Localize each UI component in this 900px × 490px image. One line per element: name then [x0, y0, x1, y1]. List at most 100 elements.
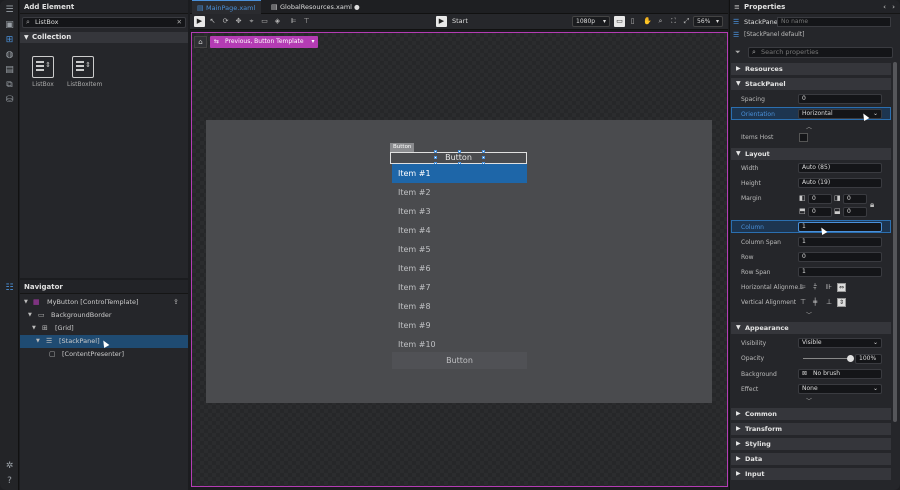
height-input[interactable]: Auto (19)	[798, 178, 882, 188]
resize-handle[interactable]	[434, 150, 437, 153]
section-data[interactable]: ▶ Data	[731, 453, 891, 465]
media-icon[interactable]: ▤	[4, 64, 15, 75]
bottom-button[interactable]: Button	[392, 352, 527, 369]
files-icon[interactable]: ⧉	[4, 79, 15, 90]
expand-icon[interactable]: ▼	[28, 309, 32, 322]
section-input[interactable]: ▶ Input	[731, 468, 891, 480]
fullscreen-icon[interactable]: ⤢	[681, 16, 692, 27]
list-item[interactable]: Item #9	[392, 316, 527, 335]
section-styling[interactable]: ▶ Styling	[731, 438, 891, 450]
direct-select-icon[interactable]: ↖	[207, 16, 218, 27]
expand-icon[interactable]: ▼	[36, 335, 40, 348]
resize-handle[interactable]	[434, 156, 437, 159]
expand-more-icon[interactable]: ﹀	[806, 310, 812, 319]
export-icon[interactable]: ⇪	[173, 296, 179, 309]
list-item[interactable]: Item #4	[392, 221, 527, 240]
element-name-input[interactable]: No name	[777, 17, 891, 27]
column-input[interactable]: 1	[798, 222, 882, 232]
zoom-dropdown[interactable]: 56% ▾	[693, 16, 723, 27]
collapse-icon[interactable]: ☰	[4, 4, 15, 15]
resize-handle[interactable]	[482, 150, 485, 153]
list-item[interactable]: Item #1	[392, 164, 527, 183]
rotate-tool-icon[interactable]: ⟳	[220, 16, 231, 27]
select-tool-icon[interactable]: ▶	[194, 16, 205, 27]
align-vstretch-icon[interactable]: ⇕	[837, 298, 846, 307]
list-item[interactable]: Item #8	[392, 297, 527, 316]
pan-icon[interactable]: ✋	[642, 16, 653, 27]
align-top-icon[interactable]: ⊤	[301, 16, 312, 27]
margin-left-input[interactable]: 0	[808, 194, 832, 204]
align-bottom-icon[interactable]: ⊥	[826, 298, 832, 306]
items-host-checkbox[interactable]	[799, 133, 808, 142]
forward-icon[interactable]: ›	[892, 0, 895, 14]
navigator-icon[interactable]: ☷	[4, 282, 15, 293]
home-icon[interactable]: ⌂	[194, 36, 207, 48]
align-top-icon[interactable]: ⊤	[800, 298, 806, 306]
property-search-input[interactable]: ⌕ Search properties	[748, 47, 893, 58]
section-layout[interactable]: ▼ Layout	[731, 148, 891, 160]
database-icon[interactable]: ⛁	[4, 94, 15, 105]
phone-icon[interactable]: ▯	[627, 16, 638, 27]
collection-section[interactable]: ▼ Collection	[20, 32, 188, 43]
list-item[interactable]: Item #2	[392, 183, 527, 202]
section-common[interactable]: ▶ Common	[731, 408, 891, 420]
section-appearance[interactable]: ▼ Appearance	[731, 322, 891, 334]
spacing-input[interactable]: 0	[798, 94, 882, 104]
margin-bottom-input[interactable]: 0	[843, 207, 867, 217]
start-button[interactable]: Start	[452, 16, 468, 27]
collapse-more-icon[interactable]: ︿	[806, 122, 812, 131]
lock-icon[interactable]: 🔒︎	[870, 200, 874, 210]
tab-mainpage[interactable]: ▤ MainPage.xaml	[192, 0, 262, 14]
breadcrumb[interactable]: ⇆ Previous, Button Template ▾	[210, 36, 318, 48]
zoom-icon[interactable]: ⌕	[655, 16, 666, 27]
margin-right-input[interactable]: 0	[843, 194, 867, 204]
expand-icon[interactable]: ▼	[32, 322, 36, 335]
clear-icon[interactable]: ✕	[177, 18, 182, 27]
tile-listbox[interactable]: ListBox	[27, 56, 59, 88]
bug-icon[interactable]: ✲	[4, 460, 15, 471]
element-search-input[interactable]: ⌕ ListBox ✕	[22, 17, 186, 28]
fit-icon[interactable]: ⛶	[668, 16, 679, 27]
width-input[interactable]: Auto (85)	[798, 163, 882, 173]
tile-listboxitem[interactable]: ListBoxItem	[67, 56, 102, 88]
list-item[interactable]: Item #6	[392, 259, 527, 278]
opacity-slider-track[interactable]	[803, 358, 851, 359]
row-input[interactable]: 0	[798, 252, 882, 262]
properties-scrollbar[interactable]	[893, 62, 897, 422]
row-span-input[interactable]: 1	[798, 267, 882, 277]
list-item[interactable]: Item #7	[392, 278, 527, 297]
transform-tool-icon[interactable]: ⌖	[246, 16, 257, 27]
resize-handle[interactable]	[458, 150, 461, 153]
align-left-icon[interactable]: ⊫	[288, 16, 299, 27]
align-middle-icon[interactable]: ╪	[813, 298, 817, 306]
nav-row-contentpresenter[interactable]: ▢ [ContentPresenter]	[20, 348, 188, 361]
tab-globalresources[interactable]: ▤ GlobalResources.xaml ●	[266, 0, 366, 14]
nav-row-backgroundborder[interactable]: ▼ ▭ BackgroundBorder	[20, 309, 188, 322]
add-element-icon[interactable]: ⊞	[4, 34, 15, 45]
align-center-icon[interactable]: ⫩	[813, 283, 817, 292]
align-stretch-icon[interactable]: ⇔	[837, 283, 846, 292]
help-icon[interactable]: ?	[4, 475, 15, 486]
visibility-dropdown[interactable]: Visible ⌄	[798, 338, 882, 348]
opacity-input[interactable]: 100%	[855, 354, 882, 364]
section-resources[interactable]: ▶ Resources	[731, 63, 891, 75]
play-icon[interactable]: ▶	[436, 16, 447, 27]
resolution-dropdown[interactable]: 1080p ▾	[572, 16, 610, 27]
nav-row-mybutton[interactable]: ▼ ▦ MyButton [ControlTemplate] ⇪	[20, 296, 188, 309]
align-right-icon[interactable]: ⊪	[826, 283, 832, 291]
panel-tool-icon[interactable]: ▭	[259, 16, 270, 27]
move-tool-icon[interactable]: ✥	[233, 16, 244, 27]
back-icon[interactable]: ‹	[883, 0, 886, 14]
desktop-icon[interactable]: ▭	[614, 16, 625, 27]
column-span-input[interactable]: 1	[798, 237, 882, 247]
margin-top-input[interactable]: 0	[808, 207, 832, 217]
section-transform[interactable]: ▶ Transform	[731, 423, 891, 435]
nav-row-grid[interactable]: ▼ ⊞ [Grid]	[20, 322, 188, 335]
effect-dropdown[interactable]: None ⌄	[798, 384, 882, 394]
align-left-icon[interactable]: ⊫	[800, 283, 806, 291]
list-item[interactable]: Item #3	[392, 202, 527, 221]
opacity-slider-thumb[interactable]	[847, 355, 854, 362]
filter-icon[interactable]: ⏷	[735, 48, 741, 57]
background-input[interactable]: ⊠ No brush	[798, 369, 882, 379]
expand-icon[interactable]: ▼	[24, 296, 28, 309]
